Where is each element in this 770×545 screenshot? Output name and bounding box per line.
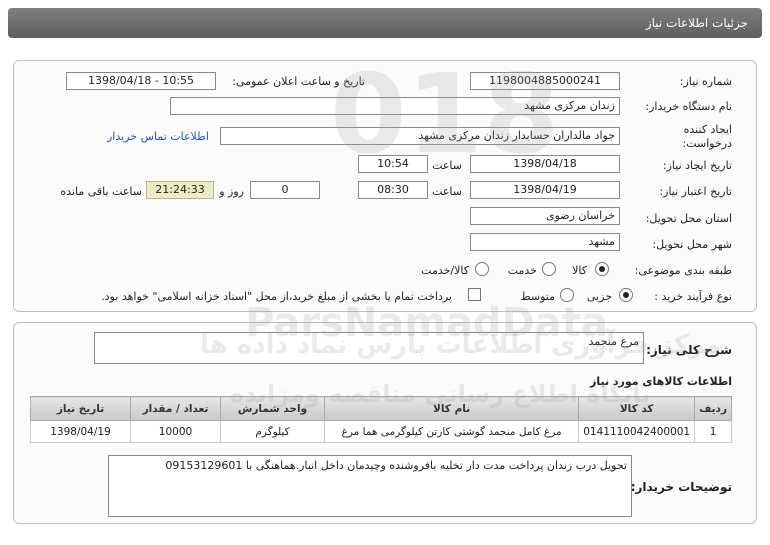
category-goods-radio[interactable] <box>595 262 609 276</box>
cell-code: 0141110042400001 <box>578 420 696 443</box>
cell-qty: 10000 <box>130 420 221 443</box>
cell-name: مرغ کامل منجمد گوشتی کارتن کیلوگرمی هما … <box>323 420 580 443</box>
col-unit: واحد شمارش <box>220 396 325 421</box>
province-field: خراسان رضوی <box>470 207 620 225</box>
summary-label: شرح کلی نیاز: <box>646 343 732 357</box>
col-qty: تعداد / مقدار <box>130 396 221 421</box>
remaining-countdown: 21:24:33 <box>146 181 214 199</box>
contact-buyer-link[interactable]: اطلاعات تماس خریدار <box>107 130 209 143</box>
buyer-org-field: زندان مرکزی مشهد <box>170 97 620 115</box>
process-medium-radio[interactable] <box>560 288 574 302</box>
cell-row: 1 <box>694 420 732 443</box>
announce-label: تاریخ و ساعت اعلان عمومی: <box>232 75 365 88</box>
buyer-org-label: نام دستگاه خریدار: <box>645 100 732 113</box>
process-minor-radio[interactable] <box>619 288 633 302</box>
col-code: کد کالا <box>578 396 696 421</box>
category-goods-service-radio[interactable] <box>475 262 489 276</box>
summary-field: مرغ منجمد <box>94 332 644 364</box>
category-goods-service-label: کالا/خدمت <box>421 264 469 277</box>
notes-field: تحویل درب زندان پرداخت مدت دار تخلیه باف… <box>108 455 632 517</box>
table-row: 1 0141110042400001 مرغ کامل منجمد گوشتی … <box>30 420 732 443</box>
create-date-field: 1398/04/18 <box>470 155 620 173</box>
create-time-label: ساعت <box>432 159 462 172</box>
days-field: 0 <box>250 181 320 199</box>
days-label: روز و <box>219 185 244 198</box>
col-date: تاریخ نیاز <box>30 396 131 421</box>
province-label: استان محل تحویل: <box>645 212 732 225</box>
city-field: مشهد <box>470 233 620 251</box>
category-goods-label: کالا <box>572 264 587 277</box>
remaining-label: ساعت باقی مانده <box>60 185 142 198</box>
city-label: شهر محل تحویل: <box>652 238 732 251</box>
validity-time-label: ساعت <box>432 185 462 198</box>
create-time-field: 10:54 <box>358 155 428 173</box>
validity-label: تاریخ اعتبار نیاز: <box>659 185 732 198</box>
need-number-field: 1198004885000241 <box>470 72 620 90</box>
col-name: نام کالا <box>323 396 580 421</box>
create-date-label: تاریخ ایجاد نیاز: <box>662 159 732 172</box>
items-section-title: اطلاعات کالاهای مورد نیاز <box>590 375 732 388</box>
items-table-header: ردیف کد کالا نام کالا واحد شمارش تعداد /… <box>30 396 732 421</box>
need-number-label: شماره نیاز: <box>679 75 732 88</box>
category-label: طبقه بندی موضوعی: <box>634 264 732 277</box>
items-table: ردیف کد کالا نام کالا واحد شمارش تعداد /… <box>30 396 732 443</box>
process-label: نوع فرآیند خرید : <box>654 290 732 303</box>
cell-date: 1398/04/19 <box>30 420 131 443</box>
category-service-radio[interactable] <box>542 262 556 276</box>
creator-label-1: ایجاد کننده <box>683 123 732 136</box>
process-minor-label: جزیی <box>586 290 612 303</box>
page-header: جزئیات اطلاعات نیاز <box>8 8 762 38</box>
treasury-payment-checkbox[interactable] <box>468 288 481 301</box>
validity-date-field: 1398/04/19 <box>470 181 620 199</box>
cell-unit: کیلوگرم <box>220 420 325 443</box>
announce-field: 1398/04/18 - 10:55 <box>66 72 216 90</box>
page-title: جزئیات اطلاعات نیاز <box>645 16 748 30</box>
notes-label: توضیحات خریدار: <box>630 480 732 494</box>
creator-label-2: درخواست: <box>682 137 732 150</box>
col-row: ردیف <box>694 396 732 421</box>
process-medium-label: متوسط <box>520 290 555 303</box>
validity-time-field: 08:30 <box>358 181 428 199</box>
creator-field: جواد مالداران حسابدار زندان مرکزی مشهد <box>220 127 620 145</box>
category-service-label: خدمت <box>507 264 537 277</box>
treasury-payment-note: پرداخت تمام یا بخشی از مبلغ خرید،از محل … <box>101 290 452 303</box>
